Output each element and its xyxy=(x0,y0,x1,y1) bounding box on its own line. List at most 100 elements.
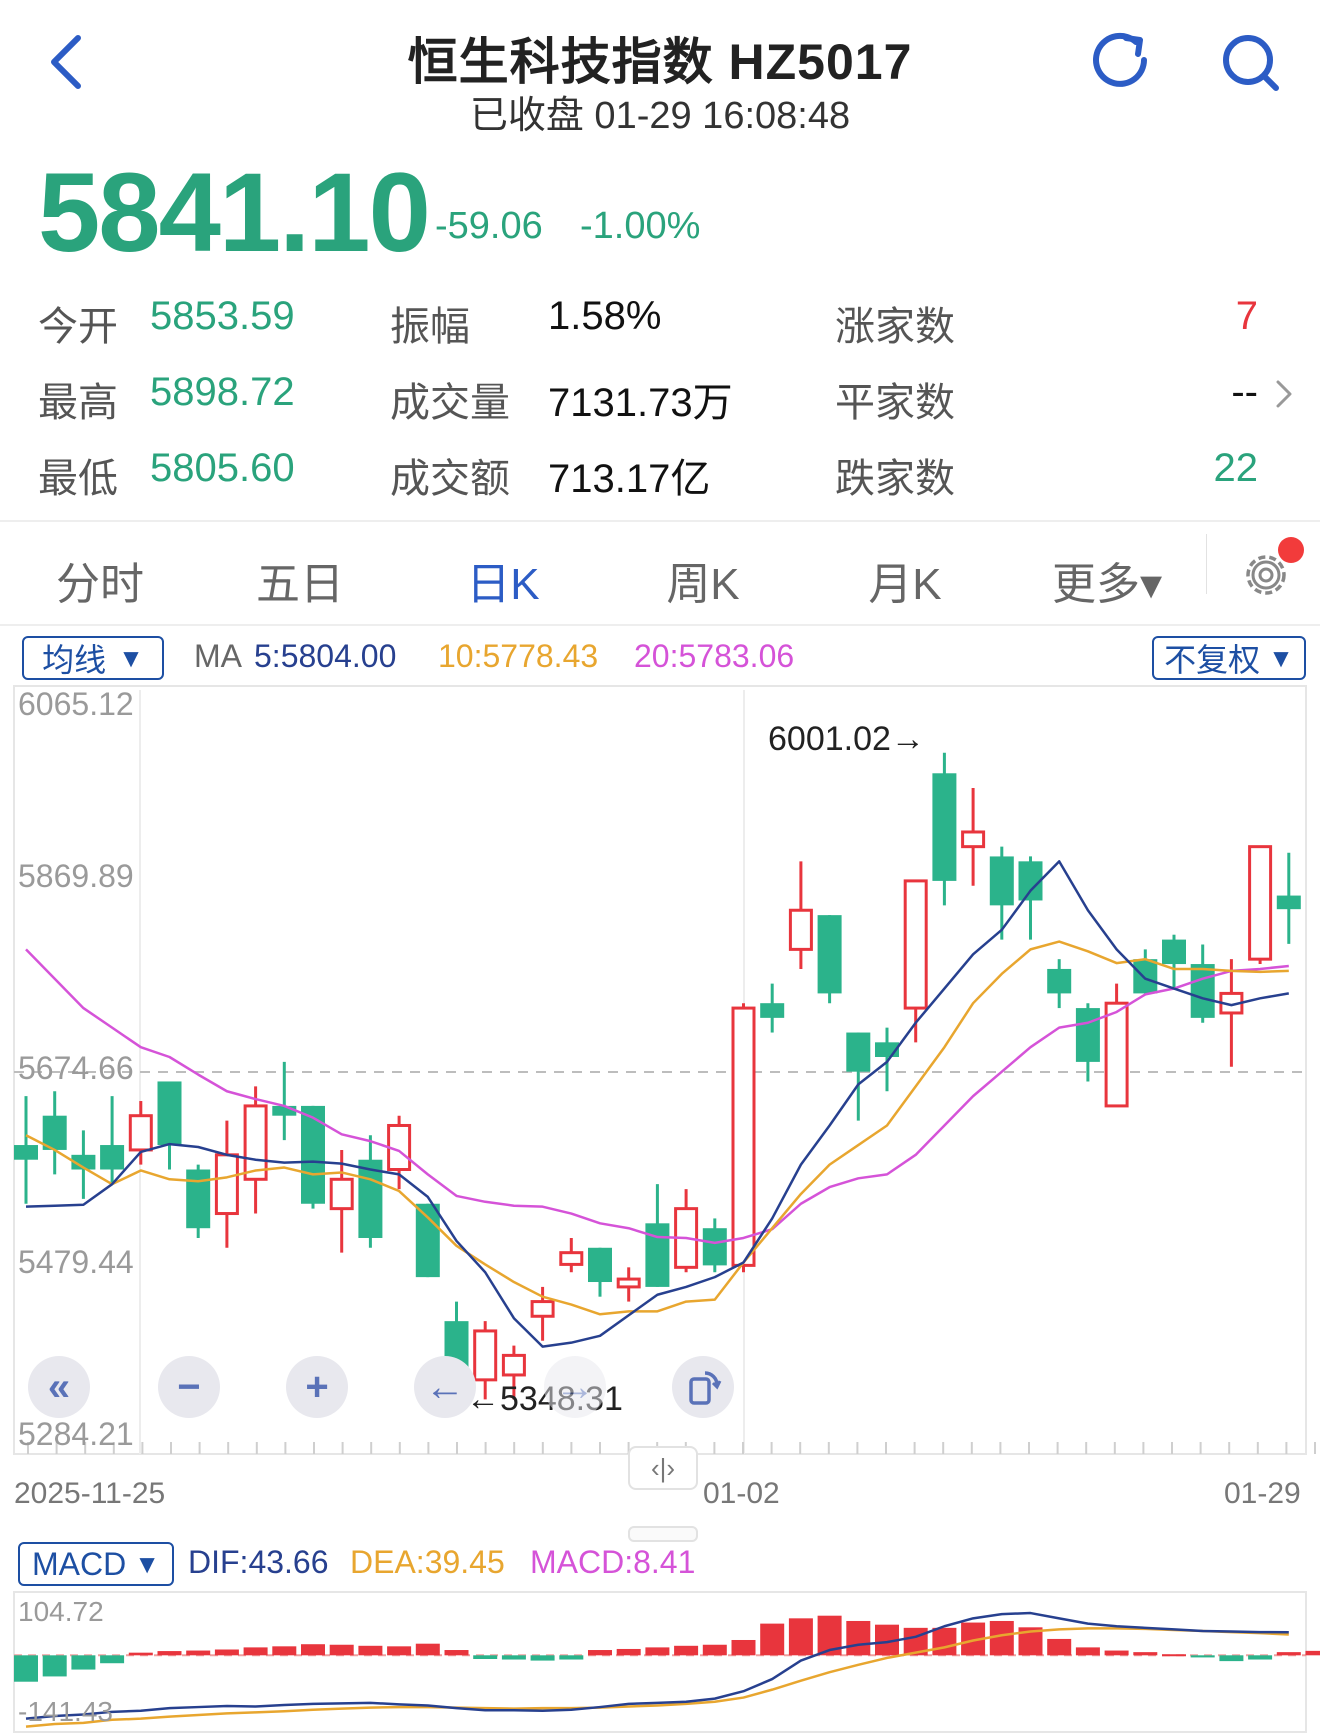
tab-weekly-k[interactable]: 周K xyxy=(618,548,788,612)
macd-bar xyxy=(1133,1652,1158,1656)
macd-bar xyxy=(1075,1647,1100,1656)
stat-unchanged-value: -- xyxy=(1231,370,1258,414)
candle-body xyxy=(731,1006,756,1267)
stat-high-value: 5898.72 xyxy=(150,370,295,414)
macd-bar xyxy=(1248,1655,1273,1660)
stat-volume-label: 成交量 xyxy=(390,381,510,425)
caret-down-icon: ▼ xyxy=(1268,642,1294,673)
stat-advancers-label: 涨家数 xyxy=(835,305,955,349)
macd-bar xyxy=(301,1644,325,1656)
range-drag-handle[interactable]: ‹|› xyxy=(628,1446,698,1490)
stat-open-label: 今开 xyxy=(38,305,118,349)
ma-selector-label: 均线 xyxy=(42,642,107,678)
candle-body xyxy=(1162,939,1186,965)
candle-body xyxy=(14,1145,38,1160)
macd-bar xyxy=(588,1650,612,1656)
candle-body xyxy=(1248,845,1273,961)
candle-body xyxy=(903,879,928,1010)
candle-body xyxy=(186,1169,211,1229)
tab-five-day[interactable]: 五日 xyxy=(215,548,385,612)
candle-body xyxy=(157,1081,182,1146)
candle-body xyxy=(301,1105,325,1204)
zoom-out-button[interactable]: − xyxy=(158,1356,220,1418)
macd-bar xyxy=(473,1655,498,1660)
date-label: 01-29 xyxy=(1224,1477,1301,1510)
chevron-right-icon xyxy=(1276,380,1292,408)
kline-chart[interactable] xyxy=(0,684,1320,1464)
macd-bar xyxy=(186,1650,211,1656)
candle-body xyxy=(100,1145,125,1170)
candle-body xyxy=(846,1032,871,1072)
high-marker: 6001.02→ xyxy=(768,720,925,758)
candle-body xyxy=(243,1104,268,1181)
macd-bar xyxy=(71,1655,96,1670)
stat-turnover-value: 713.17亿 xyxy=(548,457,711,501)
dea-value: DEA:39.45 xyxy=(350,1544,505,1580)
y-tick-label: 5674.66 xyxy=(18,1050,134,1086)
macd-bar xyxy=(846,1620,871,1656)
stat-low-value: 5805.60 xyxy=(150,446,295,490)
tab-intraday[interactable]: 分时 xyxy=(15,548,185,612)
candle-body xyxy=(1104,1001,1129,1108)
macd-chart[interactable] xyxy=(0,1590,1320,1734)
candle-body xyxy=(989,856,1014,906)
y-tick-label: 5284.21 xyxy=(18,1416,134,1452)
step-back-button[interactable]: ← xyxy=(414,1356,476,1418)
panel-split-handle[interactable] xyxy=(628,1526,698,1542)
macd-bar xyxy=(559,1655,584,1660)
candle-body xyxy=(760,1003,785,1018)
macd-bar xyxy=(731,1639,756,1656)
resize-horizontal-icon: ‹|› xyxy=(650,1452,676,1483)
macd-bar xyxy=(501,1655,526,1660)
price-change: -59.06 xyxy=(435,205,543,247)
ma20-value: 20:5783.06 xyxy=(634,638,795,674)
caret-down-icon: ▼ xyxy=(118,642,144,673)
refresh-button[interactable] xyxy=(1082,22,1162,102)
zoom-in-button[interactable]: + xyxy=(286,1356,348,1418)
rotate-screen-button[interactable] xyxy=(672,1356,734,1418)
stat-low-label: 最低 xyxy=(38,457,118,501)
macd-bar xyxy=(214,1649,239,1656)
scroll-left-button[interactable]: « xyxy=(28,1356,90,1418)
caret-down-icon: ▼ xyxy=(134,1548,160,1579)
candle-body xyxy=(473,1329,498,1382)
minus-icon: − xyxy=(177,1364,201,1409)
macd-bar xyxy=(1305,1650,1320,1656)
macd-bar xyxy=(1104,1650,1129,1656)
macd-bar xyxy=(788,1618,813,1656)
macd-bar xyxy=(1219,1655,1244,1662)
tab-daily-k[interactable]: 日K xyxy=(418,548,588,612)
stat-amplitude-label: 振幅 xyxy=(390,305,470,349)
stat-volume-value: 7131.73万 xyxy=(548,381,733,425)
candle-body xyxy=(128,1114,153,1152)
price-change-pct: -1.00% xyxy=(580,205,701,247)
y-tick-label: 5479.44 xyxy=(18,1244,134,1280)
stat-unchanged-label: 平家数 xyxy=(835,381,955,425)
macd-bar xyxy=(243,1647,268,1656)
macd-bar xyxy=(444,1650,469,1656)
macd-bar xyxy=(415,1643,440,1656)
ma-selector[interactable]: 均线 ▼ xyxy=(22,636,164,680)
tab-monthly-k[interactable]: 月K xyxy=(820,548,990,612)
date-label: 01-02 xyxy=(703,1477,780,1510)
dif-value: DIF:43.66 xyxy=(188,1544,329,1580)
adjust-selector-label: 不复权 xyxy=(1164,642,1261,678)
macd-bar xyxy=(530,1655,555,1661)
notification-dot xyxy=(1278,537,1304,563)
macd-tick-label: 104.72 xyxy=(18,1596,104,1627)
step-forward-button[interactable]: → xyxy=(544,1356,606,1418)
candle-body xyxy=(1190,964,1215,1018)
adjust-selector[interactable]: 不复权 ▼ xyxy=(1152,636,1306,680)
candle-body xyxy=(932,773,957,881)
arrow-right-icon: → xyxy=(555,1364,595,1409)
search-button[interactable] xyxy=(1210,22,1290,102)
macd-bar xyxy=(645,1647,670,1656)
stats-expand-button[interactable] xyxy=(1268,372,1300,416)
refresh-icon xyxy=(1093,32,1147,87)
macd-selector[interactable]: MACD ▼ xyxy=(18,1542,174,1586)
divider xyxy=(0,520,1320,522)
macd-bar xyxy=(1190,1655,1215,1658)
tab-more[interactable]: 更多▾ xyxy=(1022,548,1192,612)
stat-advancers-value: 7 xyxy=(1235,294,1258,338)
candle-body xyxy=(1075,1008,1100,1062)
